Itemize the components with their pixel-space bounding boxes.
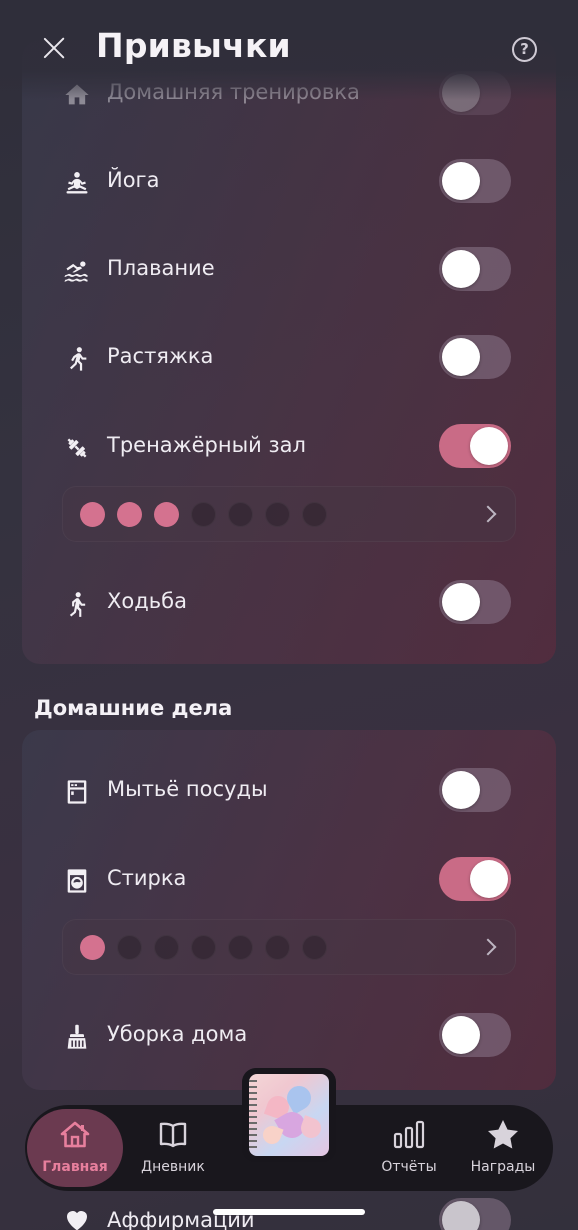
progress-dot	[154, 935, 179, 960]
nav-item-awards[interactable]: Награды	[463, 1105, 543, 1191]
habit-row-stretching[interactable]: Растяжка	[40, 330, 514, 386]
help-icon[interactable]: ?	[512, 37, 537, 62]
nav-label: Дневник	[141, 1159, 205, 1175]
nav-item-home[interactable]: Главная	[27, 1109, 123, 1187]
progress-dot	[302, 502, 327, 527]
laundry-progress-strip[interactable]	[62, 919, 516, 975]
progress-dot	[191, 502, 216, 527]
progress-dot	[265, 935, 290, 960]
toggle-knob	[442, 771, 480, 809]
book-icon	[155, 1117, 191, 1153]
home-icon	[57, 1117, 93, 1153]
habit-toggle[interactable]	[439, 424, 511, 468]
habit-row-laundry[interactable]: Стирка	[40, 852, 514, 908]
broom-icon	[62, 1022, 92, 1052]
toggle-knob	[470, 860, 508, 898]
toggle-knob	[442, 1201, 480, 1230]
progress-dot	[228, 502, 253, 527]
bar-chart-icon	[391, 1117, 427, 1153]
chevron-right-icon	[480, 504, 500, 524]
habit-toggle[interactable]	[439, 1013, 511, 1057]
habit-toggle[interactable]	[439, 1198, 511, 1230]
habit-toggle[interactable]	[439, 247, 511, 291]
nav-label: Главная	[42, 1159, 108, 1175]
habit-row-gym[interactable]: Тренажёрный зал	[40, 419, 514, 475]
toggle-knob	[470, 427, 508, 465]
habit-label: Плавание	[107, 256, 215, 280]
habit-label: Растяжка	[107, 344, 214, 368]
habit-row-yoga[interactable]: Йога	[40, 154, 514, 210]
habit-label: Ходьба	[107, 589, 187, 613]
nav-item-diary[interactable]: Дневник	[133, 1105, 213, 1191]
habit-label: Стирка	[107, 866, 187, 890]
habit-row-swimming[interactable]: Плавание	[40, 242, 514, 298]
progress-dot	[154, 502, 179, 527]
progress-dot	[228, 935, 253, 960]
toggle-knob	[442, 1016, 480, 1054]
gym-progress-strip[interactable]	[62, 486, 516, 542]
swimming-icon	[62, 256, 92, 286]
nav-item-reports[interactable]: Отчёты	[369, 1105, 449, 1191]
star-icon	[485, 1117, 521, 1153]
habit-row-affirmations[interactable]: Аффирмации	[62, 1198, 514, 1230]
toggle-knob	[442, 338, 480, 376]
notebook-rings	[249, 1080, 257, 1150]
progress-dot	[302, 935, 327, 960]
habit-label: Йога	[107, 168, 160, 192]
habit-toggle[interactable]	[439, 768, 511, 812]
progress-dot	[117, 502, 142, 527]
home-indicator[interactable]	[213, 1209, 365, 1215]
yoga-icon	[62, 168, 92, 198]
progress-dot	[80, 502, 105, 527]
habit-toggle[interactable]	[439, 159, 511, 203]
progress-dot	[191, 935, 216, 960]
header: Привычки ?	[0, 0, 578, 100]
habit-row-dishes[interactable]: Мытьё посуды	[40, 763, 514, 819]
habit-label: Мытьё посуды	[107, 777, 268, 801]
progress-dot	[265, 502, 290, 527]
close-button[interactable]	[38, 32, 70, 64]
heart-icon	[62, 1204, 94, 1230]
habit-row-walking[interactable]: Ходьба	[40, 575, 514, 631]
habit-toggle[interactable]	[439, 580, 511, 624]
dumbbell-icon	[62, 433, 92, 463]
walking-icon	[62, 589, 92, 619]
nav-label: Награды	[470, 1159, 536, 1175]
progress-dot	[117, 935, 142, 960]
page-title: Привычки	[96, 26, 291, 65]
notebook-button[interactable]	[242, 1068, 336, 1162]
habit-toggle[interactable]	[439, 857, 511, 901]
notebook-cover-image	[249, 1074, 329, 1156]
habit-toggle[interactable]	[439, 335, 511, 379]
chevron-right-icon	[480, 937, 500, 957]
nav-label: Отчёты	[381, 1159, 437, 1175]
section-title-home-chores: Домашние дела	[34, 696, 233, 720]
progress-dot	[80, 935, 105, 960]
toggle-knob	[442, 250, 480, 288]
habit-row-house-cleaning[interactable]: Уборка дома	[40, 1008, 514, 1064]
toggle-knob	[442, 583, 480, 621]
habit-label: Уборка дома	[107, 1022, 248, 1046]
habit-label: Тренажёрный зал	[107, 433, 306, 457]
toggle-knob	[442, 162, 480, 200]
dishwasher-icon	[62, 777, 92, 807]
washing-machine-icon	[62, 866, 92, 896]
stretching-icon	[62, 344, 92, 374]
